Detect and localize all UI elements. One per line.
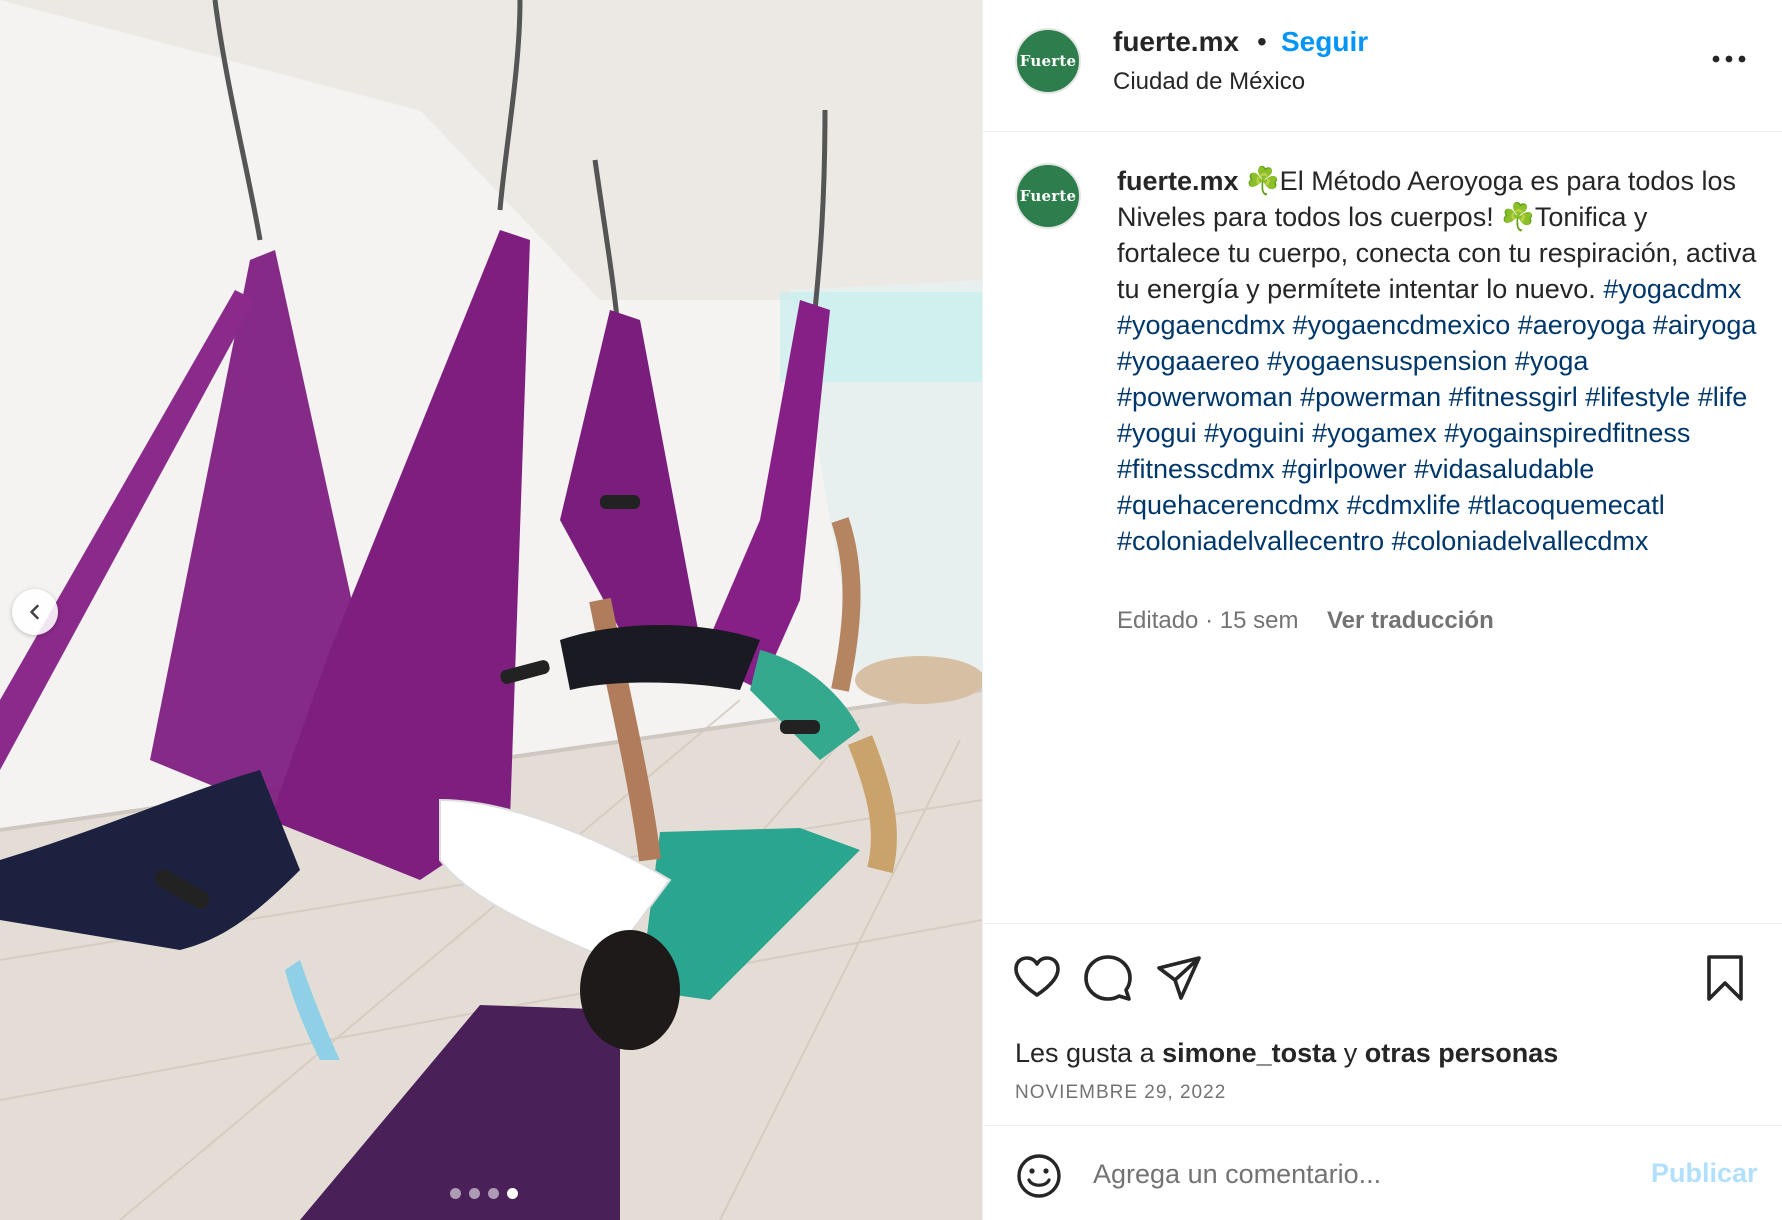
follow-button[interactable]: Seguir — [1281, 26, 1368, 58]
likes-prefix: Les gusta a — [1015, 1038, 1155, 1068]
bookmark-icon[interactable] — [1699, 952, 1751, 1004]
author-avatar[interactable]: Fuerte — [1015, 28, 1081, 94]
comment-bar: Publicar — [983, 1125, 1782, 1220]
post-date[interactable]: NOVIEMBRE 29, 2022 — [1015, 1082, 1226, 1104]
post-photo[interactable] — [0, 0, 982, 1220]
author-username[interactable]: fuerte.mx — [1113, 26, 1239, 58]
previous-slide-button[interactable] — [12, 589, 58, 635]
more-horizontal-icon — [1712, 55, 1746, 63]
publish-button[interactable]: Publicar — [1651, 1158, 1758, 1189]
see-translation-link[interactable]: Ver traducción — [1327, 607, 1494, 635]
heart-icon[interactable] — [1011, 952, 1063, 1004]
avatar-logo-text: Fuerte — [1019, 52, 1077, 70]
post-actions: Les gusta a simone_tosta y otras persona… — [983, 923, 1782, 1125]
carousel-dot — [450, 1188, 461, 1199]
avatar-logo-text: Fuerte — [1019, 187, 1077, 205]
caption-hashtags[interactable]: #yogacdmx #yogaencdmx #yogaencdmexico #a… — [1117, 274, 1756, 556]
liker-username[interactable]: simone_tosta — [1162, 1038, 1336, 1068]
caption-meta: Editado · 15 sem Ver traducción — [1117, 607, 1494, 635]
emoji-icon[interactable] — [1015, 1152, 1063, 1200]
aerial-yoga-photo — [0, 0, 982, 1220]
post-location[interactable]: Ciudad de México — [1113, 68, 1305, 96]
carousel-dot — [488, 1188, 499, 1199]
likes-conjunction: y — [1343, 1038, 1358, 1068]
chevron-left-icon — [30, 604, 39, 620]
caption-username[interactable]: fuerte.mx — [1117, 166, 1239, 196]
comment-icon[interactable] — [1082, 952, 1134, 1004]
post-side-panel: Fuerte fuerte.mx • Seguir Ciudad de Méxi… — [982, 0, 1782, 1220]
carousel-dot — [469, 1188, 480, 1199]
carousel-indicator — [450, 1188, 518, 1199]
post-caption: fuerte.mx ☘️El Método Aeroyoga es para t… — [1117, 163, 1757, 559]
post-header: Fuerte fuerte.mx • Seguir Ciudad de Méxi… — [983, 0, 1782, 132]
send-icon[interactable] — [1153, 952, 1205, 1004]
comment-input[interactable] — [1093, 1154, 1613, 1194]
header-separator: • — [1257, 26, 1267, 57]
caption-section: Fuerte fuerte.mx ☘️El Método Aeroyoga es… — [983, 133, 1782, 923]
likes-summary: Les gusta a simone_tosta y otras persona… — [1015, 1038, 1558, 1069]
carousel-dot-active — [507, 1188, 518, 1199]
edited-timestamp: Editado · 15 sem — [1117, 607, 1299, 634]
more-options-button[interactable] — [1709, 44, 1749, 74]
other-likers-link[interactable]: otras personas — [1365, 1038, 1559, 1068]
caption-author-avatar[interactable]: Fuerte — [1015, 163, 1081, 229]
